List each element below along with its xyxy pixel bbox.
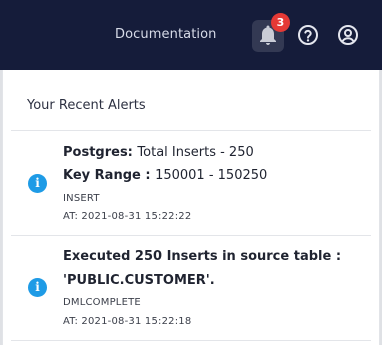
alert-message-line2: 'PUBLIC.CUSTOMER'. [63, 273, 215, 288]
alerts-dropdown-panel: Your Recent Alerts i Postgres: Total Ins… [2, 70, 380, 345]
alert-source: Postgres: [63, 145, 133, 160]
alert-item[interactable]: i Executed 250 Inserts in source table :… [3, 236, 379, 340]
top-navbar: Documentation 3 [0, 0, 382, 70]
alert-type: INSERT [63, 193, 100, 204]
alert-message-line1: Executed 250 Inserts in source table : [63, 249, 342, 264]
notification-count-badge: 3 [271, 13, 290, 32]
account-button[interactable] [336, 23, 360, 47]
alert-range-value: 150001 - 150250 [155, 168, 268, 183]
account-circle-icon [338, 25, 358, 45]
help-icon [298, 25, 318, 45]
panel-title: Your Recent Alerts [27, 98, 146, 113]
info-icon: i [28, 174, 47, 193]
help-button[interactable] [296, 23, 320, 47]
alert-timestamp: AT: 2021-08-31 15:22:22 [63, 211, 192, 222]
alert-key-range: Key Range : 150001 - 150250 [63, 168, 267, 183]
divider [11, 340, 371, 341]
alert-type: DMLCOMPLETE [63, 297, 141, 308]
alert-item[interactable]: i Postgres: Total Inserts - 250 Key Rang… [3, 131, 379, 235]
alert-message: Total Inserts - 250 [137, 145, 254, 160]
alert-timestamp: AT: 2021-08-31 15:22:18 [63, 316, 192, 327]
documentation-link[interactable]: Documentation [115, 27, 217, 42]
alert-range-label: Key Range : [63, 168, 151, 183]
info-icon: i [28, 278, 47, 297]
alert-title: Postgres: Total Inserts - 250 [63, 145, 254, 160]
notifications-button[interactable]: 3 [252, 13, 290, 52]
